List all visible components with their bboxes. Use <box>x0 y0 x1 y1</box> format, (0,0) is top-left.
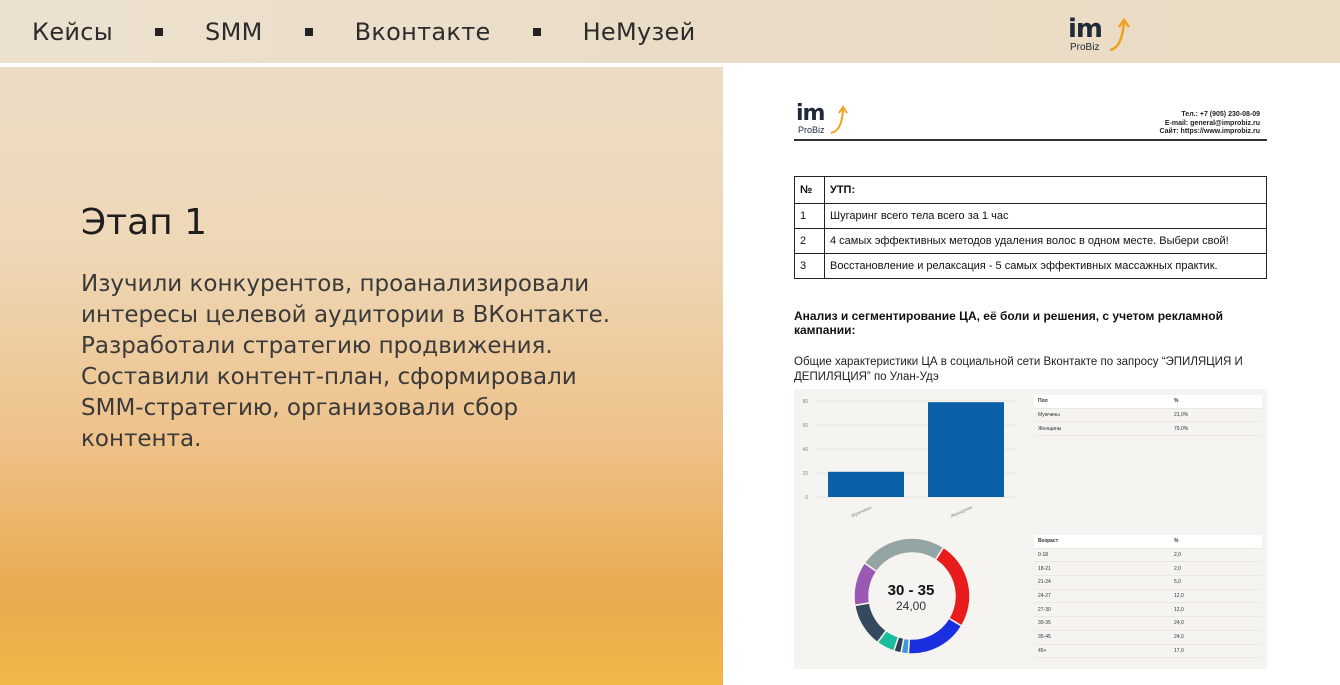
table-cell: 21-24 <box>1038 579 1051 586</box>
donut-center-value: 24,00 <box>895 599 927 613</box>
table-row: 45+ 17,0 <box>1034 645 1262 659</box>
table-cell: Восстановление и релаксация - 5 самых эф… <box>824 253 1267 279</box>
table-cell: 27-30 <box>1038 606 1051 613</box>
nav-link-nemuzey[interactable]: НеМузей <box>583 18 696 46</box>
table-header-cell: № <box>794 176 825 204</box>
contact-site: Сайт: https://www.improbiz.ru <box>1159 128 1261 135</box>
document-preview: im ProBiz Тел.: +7 (905) 230-08-09 E-mai… <box>723 67 1340 685</box>
table-cell: 0-18 <box>1038 552 1049 559</box>
table-cell: 24,0 <box>1174 620 1184 627</box>
table-cell: Женщины <box>1038 425 1062 432</box>
table-header-row: № УТП: <box>794 176 1267 204</box>
table-cell: 21,0% <box>1174 412 1189 419</box>
table-row: 24-27 12,0 <box>1034 590 1262 604</box>
table-header-row: Пол % <box>1034 395 1262 409</box>
table-cell: 2 <box>794 228 825 254</box>
nav-link-vkontakte[interactable]: Вконтакте <box>355 18 491 46</box>
bar <box>928 402 1004 497</box>
stage-description-panel: Этап 1 Изучили конкурентов, проанализиро… <box>0 67 723 685</box>
contact-email: E-mail: general@improbiz.ru <box>1164 119 1260 127</box>
logo-subtitle: ProBiz <box>1070 42 1100 53</box>
nav-link-smm[interactable]: SMM <box>205 18 263 46</box>
utp-table: № УТП: 1 Шугаринг всего тела всего за 1 … <box>794 176 1267 279</box>
table-header-cell: Возраст <box>1038 538 1059 545</box>
age-table: Возраст % 0-18 2,0 18-21 2,0 21-24 5,0 24-2… <box>1034 535 1262 659</box>
table-row: 35-45 24,0 <box>1034 631 1262 645</box>
logo-mark: im <box>796 101 825 126</box>
stage-title: Этап 1 <box>81 202 208 243</box>
y-tick-label: 20 <box>802 471 808 477</box>
table-cell: 12,0 <box>1174 606 1184 613</box>
table-cell: 2,0 <box>1174 552 1181 559</box>
table-cell: 30-35 <box>1038 620 1051 627</box>
donut-center-category: 30 - 35 <box>887 582 935 599</box>
separator-square-icon <box>532 28 541 36</box>
separator-square-icon <box>304 28 313 36</box>
table-row: 0-18 2,0 <box>1034 549 1262 563</box>
document-logo: im ProBiz <box>796 101 856 139</box>
table-row: 27-30 12,0 <box>1034 603 1262 618</box>
table-header-cell: % <box>1174 398 1179 405</box>
table-row: 30-35 24,0 <box>1034 617 1262 631</box>
table-cell: 79,0% <box>1174 425 1189 432</box>
y-tick-label: 40 <box>802 447 808 453</box>
donut-slice <box>907 617 963 655</box>
audience-stats-panel: 0 20 40 60 80 Мужчины Женщины Пол % Мужчины 21… <box>794 389 1267 669</box>
table-cell: 3 <box>794 253 825 279</box>
analysis-subheading: Общие характеристики ЦА в социальной сет… <box>794 356 1243 383</box>
document-rule <box>794 139 1267 141</box>
table-cell: 35-45 <box>1038 634 1051 641</box>
bar <box>828 471 904 497</box>
table-row: 21-24 5,0 <box>1034 576 1262 590</box>
table-cell: 24-27 <box>1038 593 1051 600</box>
table-row: 1 Шугаринг всего тела всего за 1 час <box>794 203 1267 229</box>
contact-phone: Тел.: +7 (905) 230-08-09 <box>1181 111 1260 118</box>
stage-text: Изучили конкурентов, проанализировали ин… <box>81 271 611 452</box>
logo-arrow-icon <box>1109 18 1131 52</box>
donut-slice <box>863 537 945 573</box>
table-cell: 4 самых эффективных методов удаления вол… <box>824 228 1267 254</box>
table-cell: 5,0 <box>1174 579 1181 586</box>
y-tick-label: 60 <box>802 423 808 429</box>
gender-table: Пол % Мужчины 21,0% Женщины 79,0% <box>1034 395 1262 437</box>
table-row: 3 Восстановление и релаксация - 5 самых … <box>794 253 1267 279</box>
table-row: 18-21 2,0 <box>1034 562 1262 577</box>
document-contacts: Тел.: +7 (905) 230-08-09 E-mail: general… <box>1160 111 1261 137</box>
separator-square-icon <box>155 28 164 36</box>
table-cell: 45+ <box>1038 647 1047 654</box>
table-header-cell: Пол <box>1038 398 1048 405</box>
logo-mark: im <box>1068 14 1103 44</box>
table-header-row: Возраст % <box>1034 535 1262 549</box>
nav-link-cases[interactable]: Кейсы <box>32 18 113 46</box>
table-cell: 2,0 <box>1174 565 1181 572</box>
table-row: Мужчины 21,0% <box>1034 409 1262 423</box>
table-header-cell: % <box>1174 538 1179 545</box>
table-cell: 18-21 <box>1038 565 1051 572</box>
table-cell: 12,0 <box>1174 593 1184 600</box>
table-cell: Мужчины <box>1038 412 1060 419</box>
top-navigation-bar: Кейсы SMM Вконтакте НеМузей im ProBiz <box>0 0 1340 63</box>
x-tick-label: Мужчины <box>850 505 873 520</box>
table-cell: 24,0 <box>1174 634 1184 641</box>
x-tick-label: Женщины <box>950 504 974 519</box>
y-tick-label: 80 <box>802 399 808 405</box>
table-row: 2 4 самых эффективных методов удаления в… <box>794 228 1267 254</box>
table-header-cell: УТП: <box>824 176 1267 204</box>
donut-center-label: 30 - 35 24,00 <box>875 582 947 613</box>
logo-subtitle: ProBiz <box>798 125 825 135</box>
table-cell: 1 <box>794 203 825 229</box>
breadcrumb: Кейсы SMM Вконтакте НеМузей <box>32 18 696 46</box>
table-row: Женщины 79,0% <box>1034 422 1262 437</box>
y-tick-label: 0 <box>805 495 808 501</box>
analysis-heading: Анализ и сегментирование ЦА, её боли и р… <box>794 309 1223 337</box>
table-cell: 17,0 <box>1174 647 1184 654</box>
table-cell: Шугаринг всего тела всего за 1 час <box>824 203 1267 229</box>
brand-logo[interactable]: im ProBiz <box>1068 14 1138 56</box>
logo-arrow-icon <box>830 105 848 134</box>
